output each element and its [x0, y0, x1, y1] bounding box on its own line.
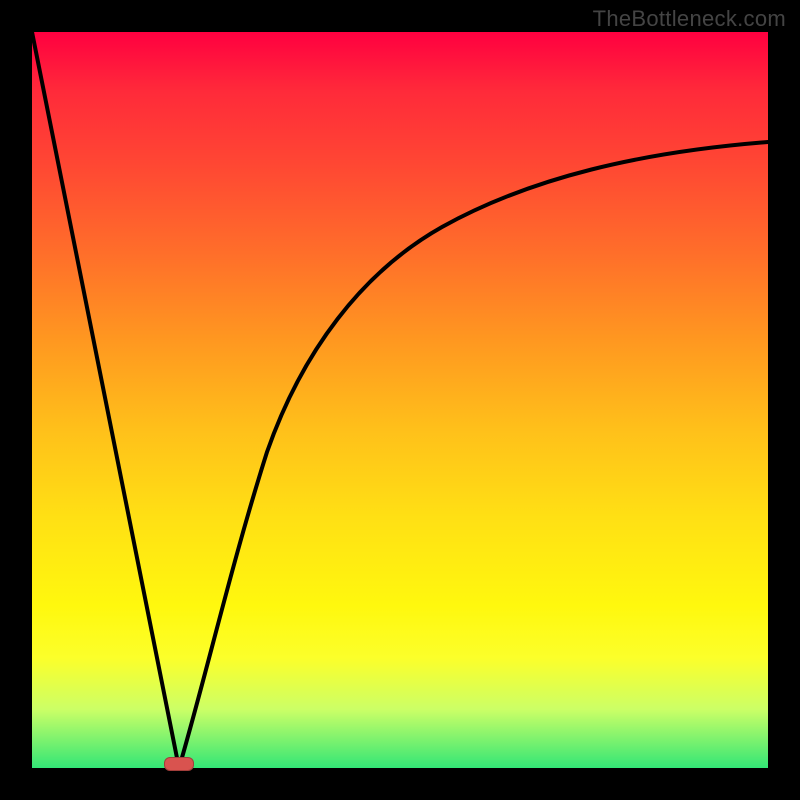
right-curve-path [179, 142, 768, 768]
min-marker [164, 757, 194, 771]
watermark-text: TheBottleneck.com [593, 6, 786, 32]
plot-area [32, 32, 768, 768]
curve-layer [32, 32, 768, 768]
left-slope-path [32, 32, 179, 768]
chart-frame: TheBottleneck.com [0, 0, 800, 800]
